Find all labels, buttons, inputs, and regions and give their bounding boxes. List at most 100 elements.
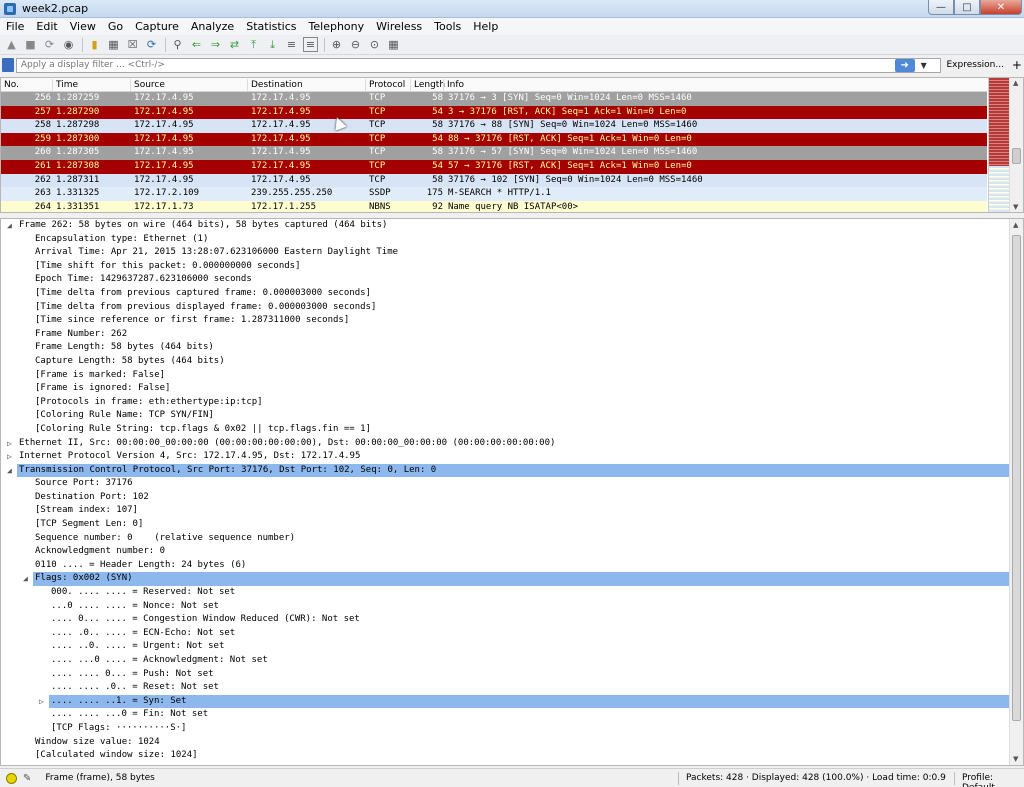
menu-edit[interactable]: Edit — [30, 18, 63, 35]
capture-comment-icon[interactable]: ✎ — [23, 773, 31, 784]
column-header-source[interactable]: Source — [130, 79, 165, 91]
status-profile[interactable]: Profile: Default — [962, 773, 1024, 787]
packet-details-scrollbar[interactable]: ▲ ▼ — [1009, 219, 1023, 765]
detail-tree-item[interactable]: Destination Port: 102 — [1, 491, 1010, 505]
detail-tree-item[interactable]: Source Port: 37176 — [1, 477, 1010, 491]
detail-tree-item[interactable]: ▷ .... .... ..1. = Syn: Set — [1, 694, 1010, 709]
zoom-normal-icon[interactable]: ⊙ — [367, 37, 382, 52]
tree-collapsed-icon[interactable]: ▷ — [7, 437, 12, 451]
expression-button[interactable]: Expression... — [946, 60, 1003, 70]
go-forward-icon[interactable]: ⇒ — [208, 37, 223, 52]
packet-row[interactable]: 258 1.287298 172.17.4.95 172.17.4.95 TCP 58 37… — [1, 119, 987, 133]
add-filter-button[interactable]: + — [1012, 58, 1022, 72]
tree-expanded-icon[interactable]: ◢ — [7, 464, 12, 478]
packet-row[interactable]: 264 1.331351 172.17.1.73 172.17.1.255 NBNS 92… — [1, 200, 987, 212]
zoom-out-icon[interactable]: ⊖ — [348, 37, 363, 52]
detail-tree-item[interactable]: .... .... ...0 = Fin: Not set — [1, 708, 1010, 722]
detail-tree-item[interactable]: [Time since reference or first frame: 1.… — [1, 314, 1010, 328]
menu-help[interactable]: Help — [467, 18, 504, 35]
tree-expanded-icon[interactable]: ◢ — [7, 219, 12, 233]
tree-collapsed-icon[interactable]: ▷ — [7, 450, 12, 464]
display-filter-input[interactable] — [15, 57, 941, 73]
first-packet-icon[interactable]: ⤒ — [246, 37, 261, 52]
packet-list-pane[interactable]: No. Time Source Destination Protocol Len… — [0, 77, 1024, 213]
detail-tree-item[interactable]: .... ..0. .... = Urgent: Not set — [1, 640, 1010, 654]
detail-tree-item[interactable]: [Frame is ignored: False] — [1, 382, 1010, 396]
detail-tree-item[interactable]: Frame Length: 58 bytes (464 bits) — [1, 341, 1010, 355]
expert-info-icon[interactable] — [6, 772, 17, 784]
detail-tree-item[interactable]: .... .... 0... = Push: Not set — [1, 668, 1010, 682]
packet-row[interactable]: 257 1.287290 172.17.4.95 172.17.4.95 TCP 54 3 … — [1, 105, 987, 120]
reload-file-icon[interactable]: ⟳ — [144, 37, 159, 52]
scrollbar-thumb[interactable] — [1012, 235, 1021, 721]
last-packet-icon[interactable]: ⤓ — [265, 37, 280, 52]
zoom-in-icon[interactable]: ⊕ — [329, 37, 344, 52]
packet-row[interactable]: 259 1.287300 172.17.4.95 172.17.4.95 TCP 54 88… — [1, 132, 987, 147]
detail-tree-item[interactable]: ...0 .... .... = Nonce: Not set — [1, 600, 1010, 614]
filter-bookmark-icon[interactable] — [2, 58, 14, 72]
column-header-length[interactable]: Length — [410, 79, 445, 91]
packet-list-scrollbar[interactable]: ▲ ▼ — [1009, 78, 1023, 212]
detail-tree-item[interactable]: [Time delta from previous captured frame… — [1, 287, 1010, 301]
scroll-down-icon[interactable]: ▼ — [1013, 755, 1018, 763]
scroll-up-icon[interactable]: ▲ — [1013, 79, 1018, 87]
find-packet-icon[interactable]: ⚲ — [170, 37, 185, 52]
open-file-icon[interactable]: ▮ — [87, 37, 102, 52]
detail-tree-item[interactable]: [Calculated window size: 1024] — [1, 749, 1010, 763]
auto-scroll-icon[interactable]: ≡ — [284, 37, 299, 52]
packet-row[interactable]: 262 1.287311 172.17.4.95 172.17.4.95 TCP 58 37… — [1, 173, 987, 188]
minimize-icon[interactable]: — — [928, 0, 954, 15]
menu-capture[interactable]: Capture — [129, 18, 185, 35]
go-to-packet-icon[interactable]: ⇄ — [227, 37, 242, 52]
filter-history-chevron-down-icon[interactable]: ▼ — [921, 61, 933, 70]
menu-analyze[interactable]: Analyze — [185, 18, 240, 35]
detail-tree-item[interactable]: [TCP Segment Len: 0] — [1, 518, 1010, 532]
detail-tree-item[interactable]: ◢ Frame 262: 58 bytes on wire (464 bits),… — [1, 219, 1010, 233]
menu-view[interactable]: View — [64, 18, 102, 35]
detail-tree-item[interactable]: ▷ Ethernet II, Src: 00:00:00_00:00:00 (00… — [1, 437, 1010, 451]
detail-tree-item[interactable]: [Stream index: 107] — [1, 504, 1010, 518]
column-header-info[interactable]: Info — [443, 79, 464, 91]
detail-tree-item[interactable]: [Frame is marked: False] — [1, 369, 1010, 383]
stop-capture-icon[interactable]: ■ — [23, 37, 38, 52]
colorize-icon[interactable]: ≡ — [303, 37, 318, 52]
detail-tree-item[interactable]: 000. .... .... = Reserved: Not set — [1, 586, 1010, 600]
detail-tree-item[interactable]: [Time delta from previous displayed fram… — [1, 301, 1010, 315]
scroll-up-icon[interactable]: ▲ — [1013, 221, 1018, 229]
detail-tree-item[interactable]: ▷ Internet Protocol Version 4, Src: 172.1… — [1, 450, 1010, 464]
column-header-no[interactable]: No. — [1, 79, 19, 91]
menu-go[interactable]: Go — [102, 18, 129, 35]
apply-filter-arrow-icon[interactable]: ➜ — [894, 58, 915, 72]
detail-tree-item[interactable]: Acknowledgment number: 0 — [1, 545, 1010, 559]
column-header-time[interactable]: Time — [52, 79, 78, 91]
close-icon[interactable]: ✕ — [980, 0, 1022, 15]
detail-tree-item[interactable]: Window size value: 1024 — [1, 736, 1010, 750]
detail-tree-item[interactable]: ◢ Transmission Control Protocol, Src Port… — [1, 463, 1010, 478]
scrollbar-thumb[interactable] — [1012, 148, 1021, 164]
menu-wireless[interactable]: Wireless — [370, 18, 428, 35]
detail-tree-item[interactable]: 0110 .... = Header Length: 24 bytes (6) — [1, 559, 1010, 573]
scroll-down-icon[interactable]: ▼ — [1013, 203, 1018, 211]
detail-tree-item[interactable]: Epoch Time: 1429637287.623106000 seconds — [1, 273, 1010, 287]
detail-tree-item[interactable]: [TCP Flags: ··········S·] — [1, 722, 1010, 736]
packet-minimap[interactable] — [988, 78, 1011, 212]
detail-tree-item[interactable]: Sequence number: 0 (relative sequence nu… — [1, 532, 1010, 546]
detail-tree-item[interactable]: [Coloring Rule String: tcp.flags & 0x02 … — [1, 423, 1010, 437]
close-file-icon[interactable]: ☒ — [125, 37, 140, 52]
detail-tree-item[interactable]: .... .... .0.. = Reset: Not set — [1, 681, 1010, 695]
restart-capture-icon[interactable]: ⟳ — [42, 37, 57, 52]
detail-tree-item[interactable]: .... ...0 .... = Acknowledgment: Not set — [1, 654, 1010, 668]
tree-collapsed-icon[interactable]: ▷ — [39, 695, 44, 709]
column-header-protocol[interactable]: Protocol — [365, 79, 405, 91]
menu-telephony[interactable]: Telephony — [303, 18, 371, 35]
detail-tree-item[interactable]: ◢ Flags: 0x002 (SYN) — [1, 572, 1010, 587]
detail-tree-item[interactable]: [Coloring Rule Name: TCP SYN/FIN] — [1, 409, 1010, 423]
column-header-destination[interactable]: Destination — [247, 79, 303, 91]
resize-columns-icon[interactable]: ▦ — [386, 37, 401, 52]
detail-tree-item[interactable]: [Protocols in frame: eth:ethertype:ip:tc… — [1, 396, 1010, 410]
detail-tree-item[interactable]: .... 0... .... = Congestion Window Reduc… — [1, 613, 1010, 627]
detail-tree-item[interactable]: Capture Length: 58 bytes (464 bits) — [1, 355, 1010, 369]
detail-tree-item[interactable]: Frame Number: 262 — [1, 328, 1010, 342]
packet-row[interactable]: 260 1.287305 172.17.4.95 172.17.4.95 TCP 58 37… — [1, 146, 987, 160]
start-capture-icon[interactable]: ▲ — [4, 37, 19, 52]
